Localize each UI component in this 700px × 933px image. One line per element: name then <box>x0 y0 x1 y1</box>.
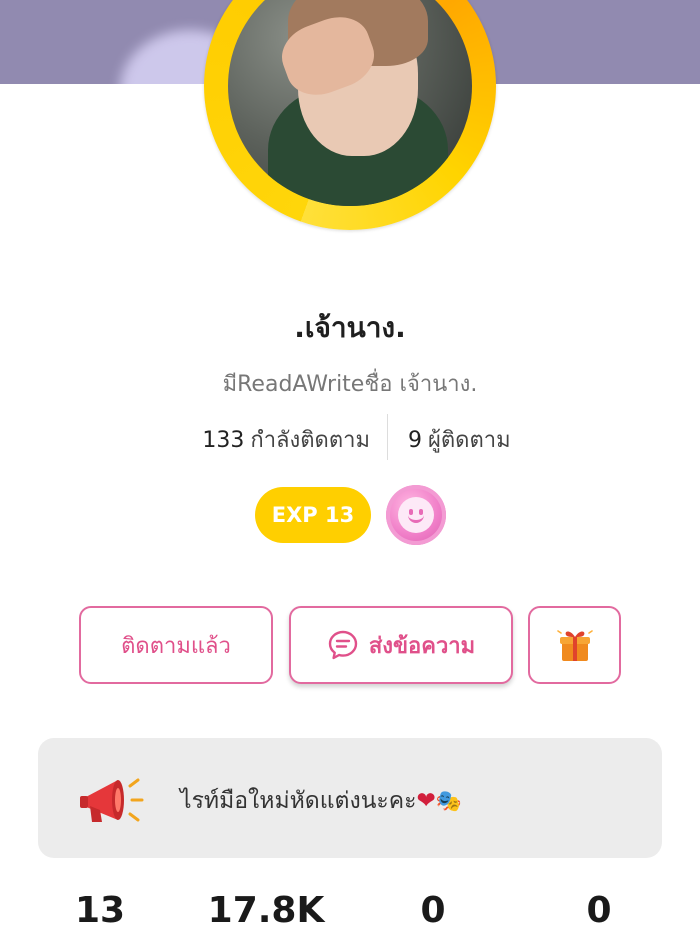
avatar[interactable] <box>204 0 496 230</box>
chat-bubble-icon <box>328 630 358 660</box>
stat-value: 0 <box>420 890 446 931</box>
megaphone-icon <box>80 778 144 822</box>
exp-badge[interactable]: EXP 13 <box>255 487 371 543</box>
stat-value: 13 <box>74 890 126 931</box>
following-label: กำลังติดตาม <box>250 428 370 453</box>
bio-text: ไรท์มือใหม่หัดแต่งนะคะ❤🎭 <box>180 783 462 819</box>
stat-value: 0 <box>586 890 612 931</box>
gift-box-icon <box>556 630 593 661</box>
send-message-button[interactable]: ส่งข้อความ <box>289 606 513 684</box>
avatar-photo <box>228 0 472 206</box>
profile-subtitle: มีReadAWriteชื่อ เจ้านาง. <box>222 372 478 397</box>
following-stat[interactable]: 133 กำลังติดตาม <box>202 422 370 457</box>
stat-value: 17.8K <box>207 890 325 931</box>
follow-divider <box>387 414 388 460</box>
send-message-label: ส่งข้อความ <box>368 633 476 659</box>
masks-emoji: 🎭 <box>435 789 462 813</box>
bio-text-content: ไรท์มือใหม่หัดแต่งนะคะ <box>180 788 417 814</box>
profile-display-name: .เจ้านาง. <box>294 311 406 344</box>
followers-label: ผู้ติดตาม <box>428 428 511 453</box>
following-button-label: ติดตามแล้ว <box>121 633 231 659</box>
following-count: 133 <box>202 428 245 453</box>
bio-card: ไรท์มือใหม่หัดแต่งนะคะ❤🎭 <box>38 738 662 858</box>
followers-stat[interactable]: 9 ผู้ติดตาม <box>408 422 511 457</box>
gift-button[interactable] <box>528 606 621 684</box>
heart-emoji: ❤ <box>416 788 436 814</box>
following-button[interactable]: ติดตามแล้ว <box>79 606 273 684</box>
smiley-mouth <box>408 513 424 523</box>
smiley-face-icon[interactable] <box>386 485 446 545</box>
follow-stats: 133 กำลังติดตาม 9 ผู้ติดตาม <box>0 414 700 460</box>
smiley-face <box>398 497 434 533</box>
followers-count: 9 <box>408 428 422 453</box>
